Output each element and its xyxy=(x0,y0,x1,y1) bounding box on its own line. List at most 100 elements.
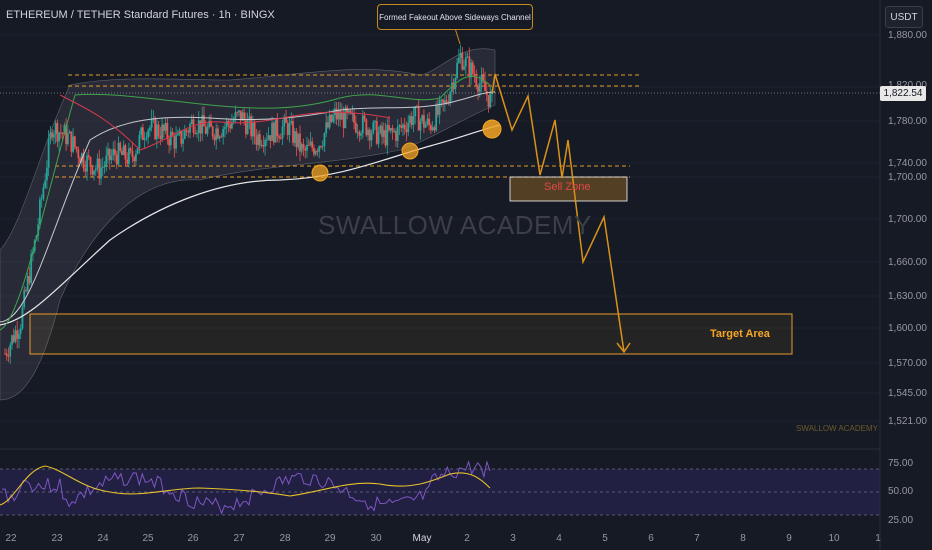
candle-body xyxy=(16,330,19,339)
candle-body xyxy=(468,56,471,78)
candle-body xyxy=(114,149,116,155)
target-area-box xyxy=(29,313,793,355)
y-tick-label: 1,780.00 xyxy=(888,116,927,127)
x-tick-label: 2 xyxy=(464,533,470,544)
candle-body xyxy=(314,150,317,155)
candle-body xyxy=(105,155,108,167)
candle-body xyxy=(73,136,76,147)
candle-body xyxy=(292,121,294,143)
candle-body xyxy=(12,335,15,342)
candle-body xyxy=(66,133,69,145)
candle-body xyxy=(255,136,258,145)
rsi-tick-label: 50.00 xyxy=(888,486,914,497)
current-price-label: 1,822.54 xyxy=(880,86,926,101)
candle-body xyxy=(86,155,88,172)
candle-body xyxy=(236,112,239,114)
candle-body xyxy=(281,126,284,139)
candle-body xyxy=(440,99,443,101)
x-tick-label: 9 xyxy=(786,533,792,544)
candle-body xyxy=(344,107,347,129)
candle-body xyxy=(421,115,424,121)
candle-body xyxy=(225,120,228,128)
candle-body xyxy=(218,136,221,139)
candle-body xyxy=(197,120,200,134)
candle-body xyxy=(59,132,62,134)
x-tick-label: 5 xyxy=(602,533,608,544)
candle-body xyxy=(487,95,490,108)
candle-body xyxy=(4,353,6,355)
candle-body xyxy=(187,131,190,133)
candle-body xyxy=(136,148,139,154)
candle-body xyxy=(206,127,209,134)
candle-body xyxy=(143,138,146,141)
x-tick-label: 24 xyxy=(97,533,109,544)
candle-body xyxy=(302,144,305,149)
candle-body xyxy=(94,168,97,171)
candle-body xyxy=(169,131,172,146)
candle-body xyxy=(51,132,54,138)
candle-body xyxy=(150,118,153,128)
candle-body xyxy=(138,134,141,149)
candle-body xyxy=(87,155,90,158)
x-tick-label: 8 xyxy=(740,533,746,544)
x-tick-label: 22 xyxy=(5,533,17,544)
candle-body xyxy=(290,121,293,124)
candle-body xyxy=(360,133,362,136)
candle-body xyxy=(128,148,130,164)
y-tick-label: 1,660.00 xyxy=(888,257,927,268)
candle-body xyxy=(194,132,197,134)
candle-body xyxy=(176,133,179,136)
candle-body xyxy=(445,100,448,103)
candle-body xyxy=(58,132,61,142)
currency-button[interactable]: USDT xyxy=(885,6,923,28)
candle-body xyxy=(96,158,99,169)
candle-body xyxy=(342,112,345,129)
candle-body xyxy=(155,124,158,140)
candle-body xyxy=(145,137,148,139)
candle-body xyxy=(327,122,329,128)
sell-zone-label: Sell Zone xyxy=(544,181,591,193)
candle-body xyxy=(224,127,226,129)
candle-body xyxy=(98,158,101,179)
candle-body xyxy=(258,134,261,146)
candle-body xyxy=(257,134,260,145)
candle-body xyxy=(409,116,411,124)
candle-body xyxy=(49,132,52,140)
x-tick-label: May xyxy=(412,533,432,544)
candle-body xyxy=(251,122,254,137)
candle-body xyxy=(377,132,380,144)
candle-body xyxy=(47,139,50,168)
candle-body xyxy=(286,122,289,136)
candle-body xyxy=(382,130,385,137)
candle-body xyxy=(457,57,460,63)
candle-body xyxy=(89,157,92,167)
price-chart[interactable] xyxy=(0,0,932,550)
candle-body xyxy=(393,131,396,133)
touch-point-marker xyxy=(401,142,419,160)
candle-body xyxy=(56,122,59,142)
x-tick-label: 27 xyxy=(233,533,245,544)
candle-body xyxy=(367,129,369,136)
x-tick-label: 6 xyxy=(648,533,654,544)
candle-body xyxy=(321,146,324,148)
candle-body xyxy=(323,133,326,147)
candle-body xyxy=(436,105,439,115)
candle-body xyxy=(204,126,207,134)
candle-body xyxy=(307,144,310,146)
candle-body xyxy=(461,52,464,70)
candle-body xyxy=(108,148,111,161)
candle-body xyxy=(309,141,312,146)
candle-body xyxy=(11,335,13,345)
candle-body xyxy=(124,145,127,160)
candle-body xyxy=(374,120,376,123)
candle-body xyxy=(410,116,413,125)
candle-body xyxy=(464,57,467,67)
candle-body xyxy=(185,130,188,132)
candle-body xyxy=(91,166,94,175)
candle-body xyxy=(93,170,95,175)
candle-body xyxy=(417,106,420,131)
candle-body xyxy=(269,135,272,141)
candle-body xyxy=(21,307,24,329)
candle-body xyxy=(400,125,403,128)
candle-body xyxy=(141,127,144,141)
